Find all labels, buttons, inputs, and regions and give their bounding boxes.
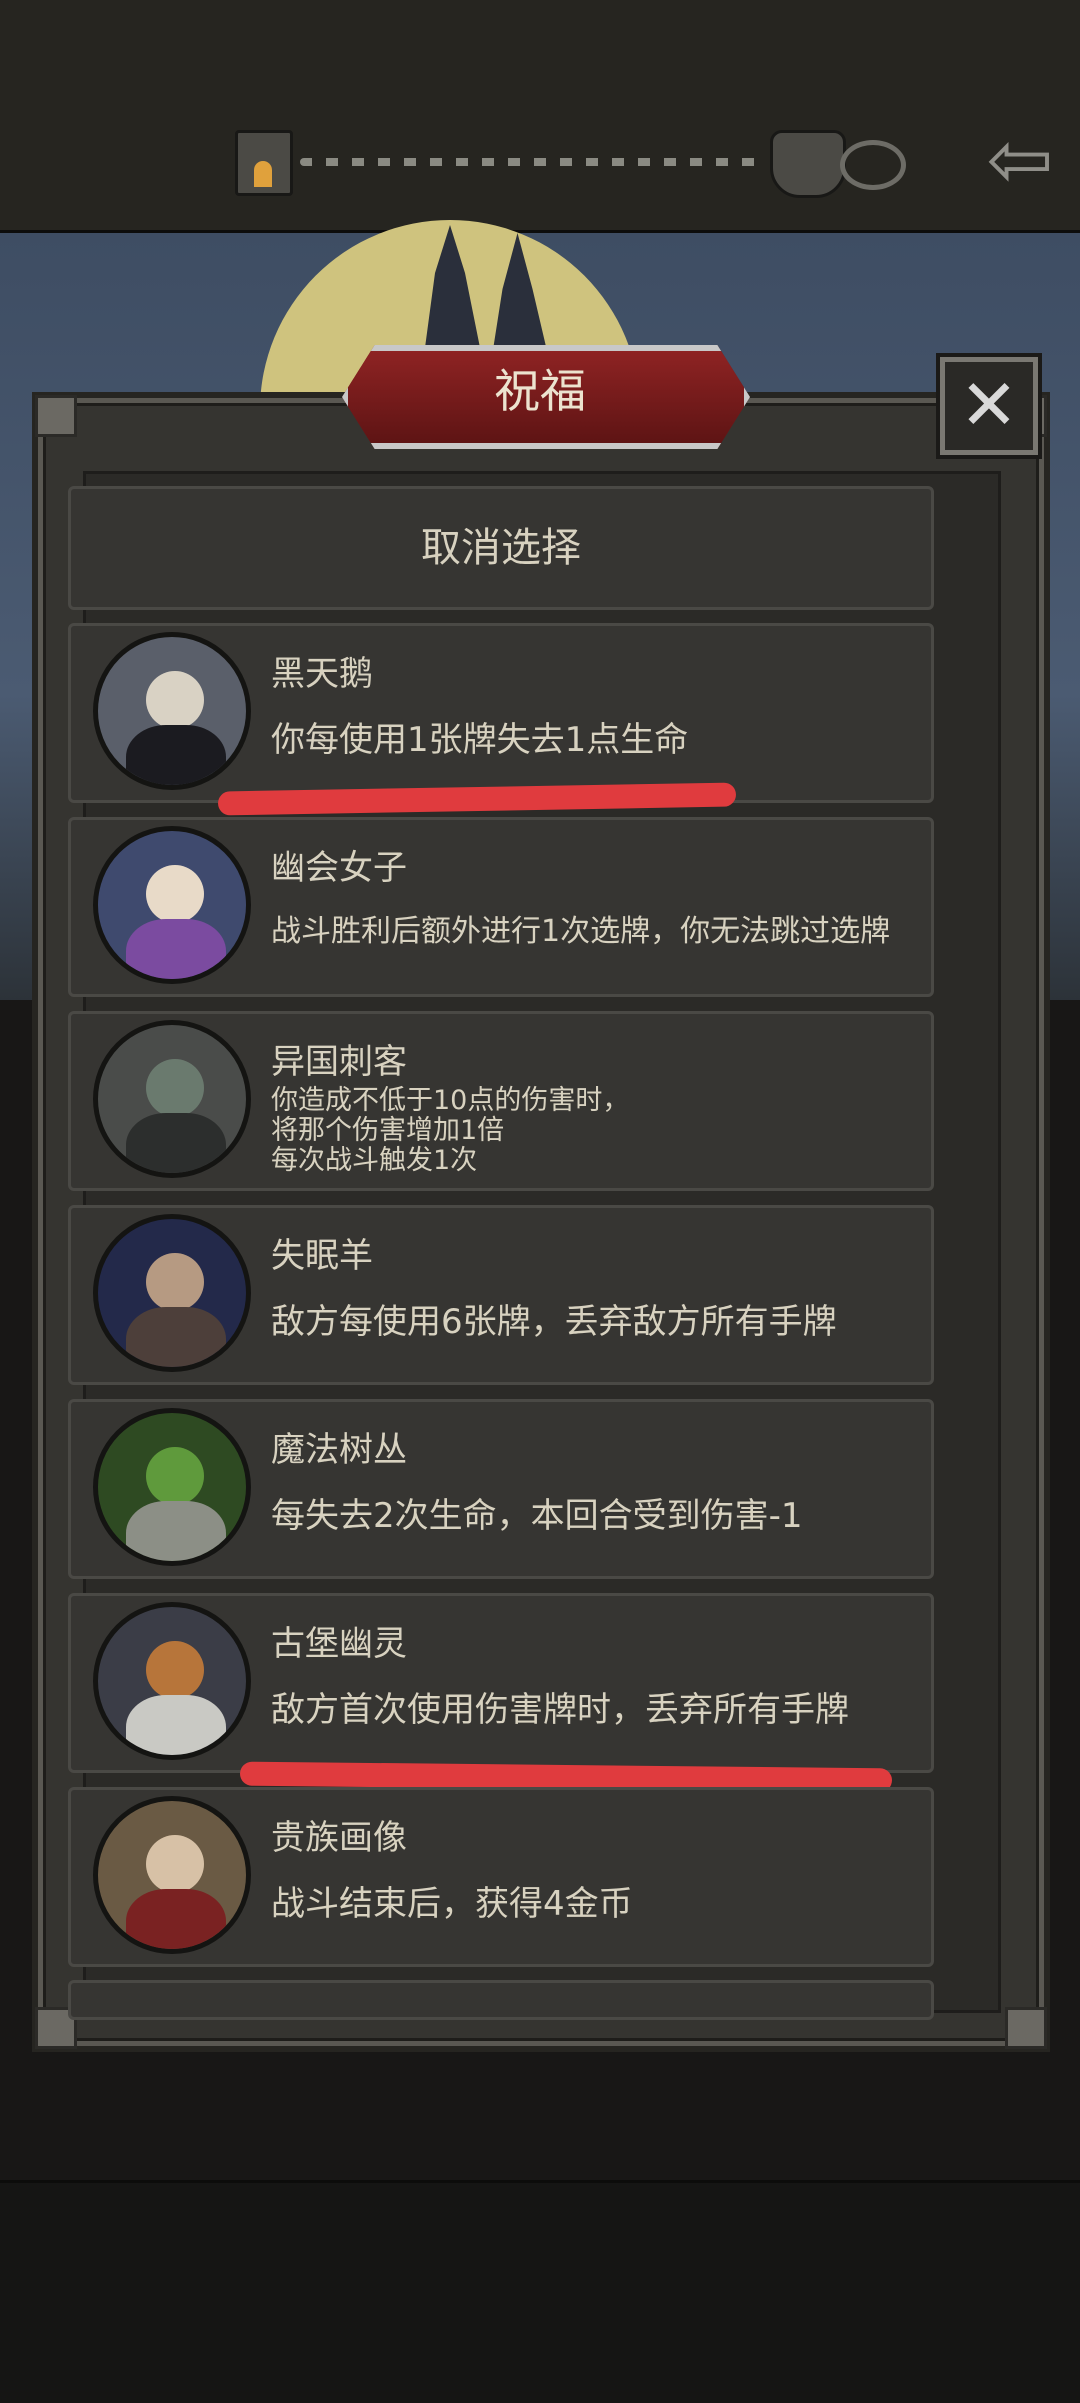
card-description: 敌方每使用6张牌，丢弃敌方所有手牌 <box>271 1302 837 1342</box>
boss-demon-icon <box>770 130 846 198</box>
insomnia-sheep-portrait <box>93 1214 251 1372</box>
blessing-card-foreign-assassin[interactable]: 异国刺客 你造成不低于10点的伤害时， 将那个伤害增加1倍 每次战斗触发1次 <box>68 1011 934 1191</box>
cancel-selection-label: 取消选择 <box>421 525 581 571</box>
card-name: 古堡幽灵 <box>271 1624 407 1664</box>
card-name: 失眠羊 <box>271 1236 373 1276</box>
card-description: 你每使用1张牌失去1点生命 <box>271 720 689 760</box>
card-name: 贵族画像 <box>271 1818 407 1858</box>
blessing-card-insomnia-sheep[interactable]: 失眠羊 敌方每使用6张牌，丢弃敌方所有手牌 <box>68 1205 934 1385</box>
card-description: 敌方首次使用伤害牌时，丢弃所有手牌 <box>271 1690 849 1730</box>
card-name: 异国刺客 <box>271 1042 407 1082</box>
castle-ghost-portrait <box>93 1602 251 1760</box>
card-description: 战斗结束后，获得4金币 <box>271 1884 633 1924</box>
blessing-card-partial[interactable] <box>68 1980 934 2020</box>
close-icon: ✕ <box>959 364 1019 446</box>
dialog-title: 祝福 <box>494 364 586 418</box>
card-name: 幽会女子 <box>271 848 407 888</box>
card-description: 你造成不低于10点的伤害时， 将那个伤害增加1倍 每次战斗触发1次 <box>271 1085 630 1176</box>
bottom-band <box>0 2180 1080 2403</box>
magic-bush-portrait <box>93 1408 251 1566</box>
path-dots <box>300 158 760 166</box>
card-name: 魔法树丛 <box>271 1430 407 1470</box>
castle-tower-icon <box>235 130 293 196</box>
tryst-woman-portrait <box>93 826 251 984</box>
black-swan-portrait <box>93 632 251 790</box>
noble-portrait-portrait <box>93 1796 251 1954</box>
blessing-card-tryst-woman[interactable]: 幽会女子 战斗胜利后额外进行1次选牌，你无法跳过选牌 <box>68 817 934 997</box>
card-name: 黑天鹅 <box>271 654 373 694</box>
card-description: 战斗胜利后额外进行1次选牌，你无法跳过选牌 <box>271 914 891 949</box>
blessing-card-black-swan[interactable]: 黑天鹅 你每使用1张牌失去1点生命 <box>68 623 934 803</box>
back-arrow-icon[interactable]: ⇦ <box>980 120 1060 200</box>
eye-icon[interactable] <box>840 140 906 190</box>
frame-corner <box>1005 2007 1047 2049</box>
foreign-assassin-portrait <box>93 1020 251 1178</box>
blessing-card-castle-ghost[interactable]: 古堡幽灵 敌方首次使用伤害牌时，丢弃所有手牌 <box>68 1593 934 1773</box>
blessing-card-magic-bush[interactable]: 魔法树丛 每失去2次生命，本回合受到伤害-1 <box>68 1399 934 1579</box>
progress-bar: ⇦ <box>0 0 1080 233</box>
blessing-card-noble-portrait[interactable]: 贵族画像 战斗结束后，获得4金币 <box>68 1787 934 1967</box>
close-button[interactable]: ✕ <box>940 357 1038 455</box>
cancel-selection-button[interactable]: 取消选择 <box>68 486 934 610</box>
frame-corner <box>35 395 77 437</box>
card-description: 每失去2次生命，本回合受到伤害-1 <box>271 1496 803 1536</box>
